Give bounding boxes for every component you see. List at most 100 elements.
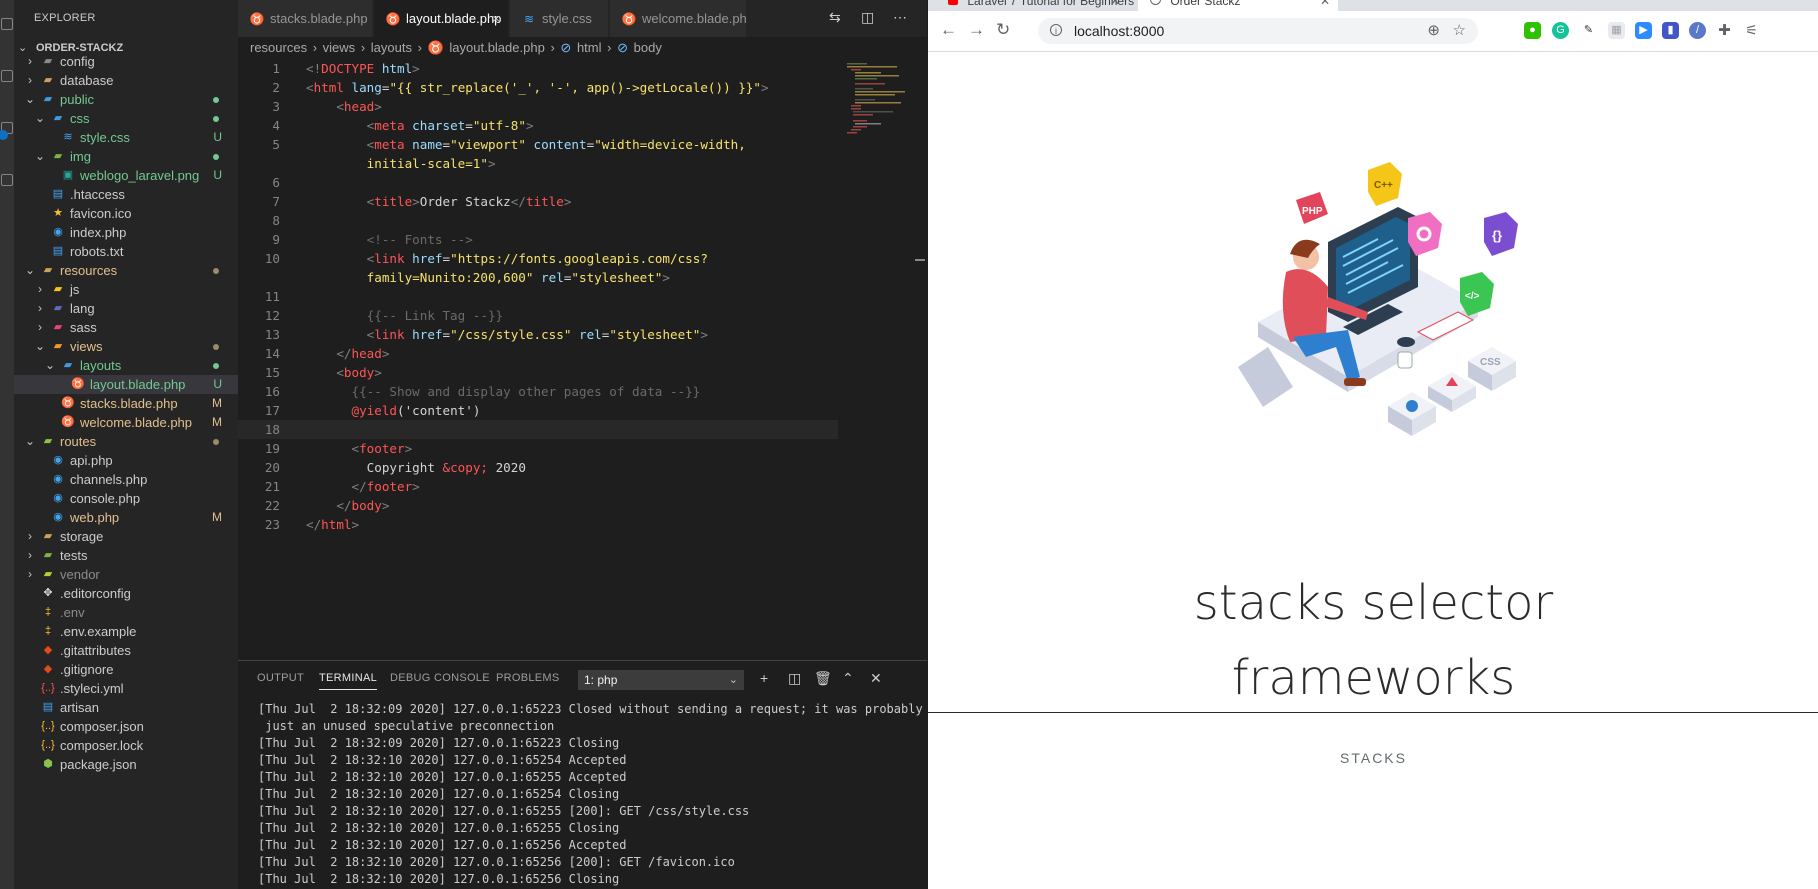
chevron-right-icon[interactable]: › bbox=[22, 565, 38, 584]
chevron-down-icon[interactable]: ⌄ bbox=[22, 90, 38, 109]
terminal-select[interactable]: 1: php ⌄ bbox=[578, 670, 744, 690]
file-item[interactable]: ◉ channels.php bbox=[14, 470, 238, 489]
explorer-icon[interactable] bbox=[1, 18, 13, 30]
code-line[interactable]: 22 </body> bbox=[238, 496, 838, 515]
tab[interactable]: ≋ style.css bbox=[510, 0, 608, 37]
breadcrumb-item[interactable]: layout.blade.php bbox=[449, 40, 544, 55]
file-item[interactable]: ♉ layout.blade.php U bbox=[14, 375, 238, 394]
chevron-right-icon[interactable]: › bbox=[32, 280, 48, 299]
folder-item[interactable]: › ▰ vendor bbox=[14, 565, 238, 584]
close-icon[interactable]: × bbox=[492, 0, 500, 37]
code-line[interactable]: 14 </head> bbox=[238, 344, 838, 363]
new-terminal-icon[interactable]: + bbox=[760, 670, 768, 686]
chevron-right-icon[interactable]: › bbox=[32, 318, 48, 337]
file-item[interactable]: {..} composer.lock bbox=[14, 736, 238, 755]
maximize-panel-icon[interactable]: ⌃ bbox=[842, 670, 854, 687]
grammarly-icon[interactable]: G bbox=[1552, 22, 1569, 39]
code-line[interactable]: 12 {{-- Link Tag --}} bbox=[238, 306, 838, 325]
bookmark-star-icon[interactable]: ☆ bbox=[1453, 21, 1466, 39]
folder-item[interactable]: › ▰ database bbox=[14, 71, 238, 90]
zoom-meeting-icon[interactable]: ▶ bbox=[1635, 22, 1652, 39]
file-item[interactable]: ⬢ package.json bbox=[14, 755, 238, 774]
file-item[interactable]: ◉ console.php bbox=[14, 489, 238, 508]
folder-item[interactable]: ⌄ ▰ resources bbox=[14, 261, 238, 280]
split-editor-icon[interactable]: ◫ bbox=[861, 9, 874, 26]
folder-item[interactable]: › ▰ storage bbox=[14, 527, 238, 546]
forward-icon[interactable]: → bbox=[968, 20, 985, 40]
chevron-right-icon[interactable]: › bbox=[22, 546, 38, 565]
file-item[interactable]: ◉ web.php M bbox=[14, 508, 238, 527]
terminal-output[interactable]: [Thu Jul 2 18:32:09 2020] 127.0.0.1:6522… bbox=[258, 701, 927, 889]
puzzle-icon[interactable]: ✚ bbox=[1716, 22, 1733, 39]
minimap[interactable] bbox=[845, 59, 915, 179]
file-item[interactable]: ≋ style.css U bbox=[14, 128, 238, 147]
info-icon[interactable]: i bbox=[1050, 24, 1062, 36]
file-item[interactable]: ◉ api.php bbox=[14, 451, 238, 470]
folder-item[interactable]: › ▰ tests bbox=[14, 546, 238, 565]
close-panel-icon[interactable]: ✕ bbox=[870, 670, 882, 687]
chevron-down-icon[interactable]: ⌄ bbox=[32, 337, 48, 356]
stacks-link[interactable]: STACKS bbox=[928, 750, 1818, 766]
code-line[interactable]: 23 </html> bbox=[238, 515, 838, 534]
file-item[interactable]: {..} .styleci.yml bbox=[14, 679, 238, 698]
extension-icon[interactable]: ● bbox=[1524, 22, 1541, 39]
extension-icon[interactable]: ▮ bbox=[1662, 22, 1679, 39]
split-terminal-icon[interactable]: ◫ bbox=[788, 670, 801, 687]
code-line[interactable]: 17 @yield('content') bbox=[238, 401, 838, 420]
file-item[interactable]: ♉ welcome.blade.php M bbox=[14, 413, 238, 432]
code-line[interactable]: 16 {{-- Show and display other pages of … bbox=[238, 382, 838, 401]
chevron-down-icon[interactable]: ⌄ bbox=[22, 261, 38, 280]
breadcrumb-item[interactable]: resources bbox=[250, 40, 307, 55]
folder-item[interactable]: ⌄ ▰ css bbox=[14, 109, 238, 128]
chevron-right-icon[interactable]: › bbox=[22, 52, 38, 71]
reload-icon[interactable]: ↻ bbox=[996, 20, 1010, 40]
breadcrumb-item[interactable]: body bbox=[634, 40, 662, 55]
code-line[interactable]: 7 <title>Order Stackz</title> bbox=[238, 192, 838, 211]
file-item[interactable]: ▤ artisan bbox=[14, 698, 238, 717]
extension-icon[interactable]: / bbox=[1689, 22, 1706, 39]
close-icon[interactable]: ✕ bbox=[1320, 0, 1330, 11]
chevron-right-icon[interactable]: › bbox=[22, 527, 38, 546]
file-item[interactable]: ◆ .gitignore bbox=[14, 660, 238, 679]
eyedropper-icon[interactable]: ✎ bbox=[1580, 22, 1597, 39]
editor-scrollbar[interactable] bbox=[913, 59, 927, 659]
file-item[interactable]: ★ favicon.ico bbox=[14, 204, 238, 223]
folder-item[interactable]: › ▰ sass bbox=[14, 318, 238, 337]
folder-item[interactable]: ⌄ ▰ views bbox=[14, 337, 238, 356]
chevron-right-icon[interactable]: › bbox=[32, 299, 48, 318]
code-line[interactable]: 6 bbox=[238, 173, 838, 192]
code-editor[interactable]: 1 <!DOCTYPE html> 2 <html lang="{{ str_repl… bbox=[238, 59, 927, 659]
code-line[interactable]: 9 <!-- Fonts --> bbox=[238, 230, 838, 249]
folder-item[interactable]: ⌄ ▰ routes bbox=[14, 432, 238, 451]
file-item[interactable]: ‡ .env.example bbox=[14, 622, 238, 641]
code-line[interactable]: 18 bbox=[238, 420, 838, 439]
folder-item[interactable]: › ▰ config bbox=[14, 52, 238, 71]
trash-icon[interactable]: 🗑 bbox=[814, 670, 832, 687]
folder-item[interactable]: › ▰ lang bbox=[14, 299, 238, 318]
code-line[interactable]: 15 <body> bbox=[238, 363, 838, 382]
more-actions-icon[interactable]: ⋯ bbox=[893, 9, 907, 26]
chevron-down-icon[interactable]: ⌄ bbox=[32, 109, 48, 128]
file-item[interactable]: ▣ weblogo_laravel.png U bbox=[14, 166, 238, 185]
file-item[interactable]: ✥ .editorconfig bbox=[14, 584, 238, 603]
code-line[interactable]: 10 <link href="https://fonts.googleapis.… bbox=[238, 249, 838, 268]
file-item[interactable]: ◆ .gitattributes bbox=[14, 641, 238, 660]
code-line[interactable]: 5 <meta name="viewport" content="width=d… bbox=[238, 135, 838, 154]
chevron-down-icon[interactable]: ⌄ bbox=[42, 356, 58, 375]
close-icon[interactable]: ✕ bbox=[1110, 0, 1120, 11]
tab-terminal[interactable]: TERMINAL bbox=[319, 672, 378, 690]
code-line[interactable]: 20 Copyright &copy; 2020 bbox=[238, 458, 838, 477]
search-icon[interactable] bbox=[1, 70, 13, 82]
address-bar[interactable]: i localhost:8000 ⊕ ☆ bbox=[1038, 18, 1478, 44]
code-line[interactable]: 1 <!DOCTYPE html> bbox=[238, 59, 838, 78]
tab-active[interactable]: ♉ layout.blade.php × bbox=[374, 0, 508, 37]
chevron-right-icon[interactable]: › bbox=[22, 71, 38, 90]
code-line[interactable]: family=Nunito:200,600" rel="stylesheet"> bbox=[238, 268, 838, 287]
code-line[interactable]: 3 <head> bbox=[238, 97, 838, 116]
back-icon[interactable]: ← bbox=[940, 20, 957, 40]
tab-problems[interactable]: PROBLEMS bbox=[496, 672, 560, 684]
code-line[interactable]: 13 <link href="/css/style.css" rel="styl… bbox=[238, 325, 838, 344]
breadcrumb-item[interactable]: layouts bbox=[371, 40, 412, 55]
file-item[interactable]: ▤ robots.txt bbox=[14, 242, 238, 261]
code-line[interactable]: 19 <footer> bbox=[238, 439, 838, 458]
